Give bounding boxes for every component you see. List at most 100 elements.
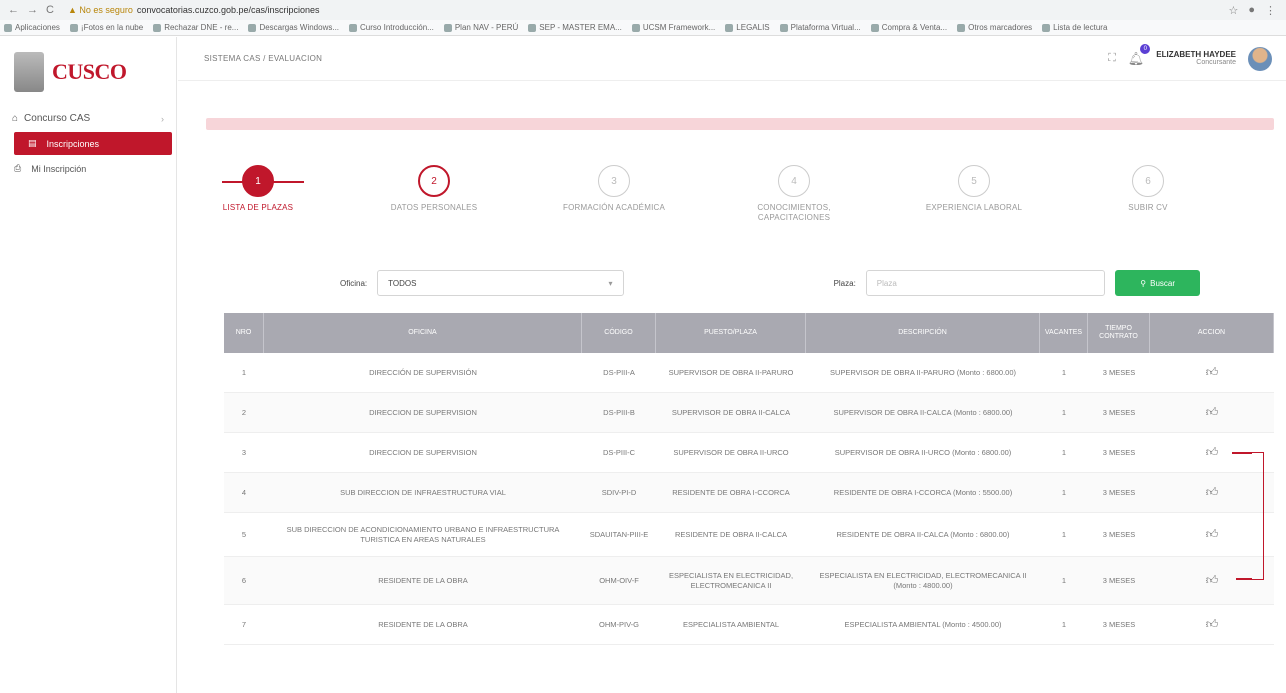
home-icon: ⌂ [12,113,19,124]
user-info[interactable]: ELIZABETH HAYDEE Concursante [1156,50,1236,68]
bookmark-item[interactable]: LEGALIS [725,23,770,32]
table-cell: 3 MESES [1102,407,1136,417]
table-cell: 1 [1061,367,1067,377]
thumbs-up-icon[interactable]: 👍︎ [1206,365,1219,381]
bookmark-item[interactable]: ¡Fotos en la nube [69,23,143,32]
column-header: PUESTO/PLAZA [656,313,806,353]
sidebar-section-concurso[interactable]: ⌂ Concurso CAS › [0,107,176,130]
oficina-label: Oficina: [340,278,368,288]
wizard-stepper: 1 LISTA DE PLAZAS 2 DATOS PERSONALES 3 FORMAC… [218,165,1278,235]
table-cell: RESIDENTE DE OBRA II-CALCA [674,529,788,539]
bookmark-label: Curso Introducción... [360,23,434,32]
bookmark-item[interactable]: Rechazar DNE - re... [153,23,238,32]
bookmark-item[interactable]: SEP - MASTER EMA... [528,23,622,32]
step-3[interactable]: 3 FORMACIÓN ACADÉMICA [549,165,679,213]
bookmark-item[interactable]: Curso Introducción... [349,23,434,32]
table-cell: OHM-PIV-G [598,619,639,629]
table-cell: SDIV-PI-D [601,487,637,497]
thumbs-up-icon[interactable]: 👍︎ [1206,445,1219,461]
step-number: 1 [242,165,274,197]
notification-button[interactable]: 🔔︎ 0 [1128,43,1151,68]
bookmark-item[interactable]: Compra & Venta... [870,23,948,32]
bookmark-item[interactable]: Lista de lectura [1042,23,1107,32]
thumbs-up-icon[interactable]: 👍︎ [1206,405,1219,421]
step-label: LISTA DE PLAZAS [222,203,294,212]
bookmark-icon [69,23,78,32]
step-6[interactable]: 6 SUBIR CV [1083,165,1213,213]
bookmark-item[interactable]: Plan NAV - PERÚ [443,23,519,32]
column-header: DESCRIPCIÓN [806,313,1040,353]
table-cell: RESIDENTE DE OBRA II-CALCA (Monto : 6800… [836,529,1010,539]
table-cell: 5 [241,529,247,539]
bookmark-icon [631,23,640,32]
table-cell-action: 👍︎ [1150,393,1274,432]
table-cell: DS-PIII-B [603,407,635,417]
step-2[interactable]: 2 DATOS PERSONALES [369,165,499,213]
plaza-input[interactable]: Plaza [865,270,1106,296]
menu-icon[interactable]: ⋮ [1265,4,1276,17]
thumbs-up-icon[interactable]: 👍︎ [1206,527,1219,543]
thumbs-up-icon[interactable]: 👍︎ [1206,573,1219,589]
address-bar[interactable]: ▲ No es seguro convocatorias.cuzco.gob.p… [62,3,1229,17]
search-button[interactable]: ⚲ Buscar [1115,270,1200,296]
table-body: 1 DIRECCIÓN DE SUPERVISIÓN DS-PIII-A SUPERV… [224,353,1274,645]
table-cell: 1 [1061,447,1067,457]
profile-icon[interactable]: ● [1248,4,1255,17]
fullscreen-icon[interactable]: ⛶ [1108,52,1116,65]
table-cell: RESIDENTE DE LA OBRA [378,575,468,585]
table-cell: 3 MESES [1102,367,1136,377]
table-row: 3 DIRECCION DE SUPERVISION DS-PIII-C SUPERV… [224,433,1274,473]
table-cell: 6 [241,575,247,585]
table-cell: SUPERVISOR DE OBRA II-PARURO (Monto : 68… [829,367,1017,377]
step-5[interactable]: 5 EXPERIENCIA LABORAL [909,165,1039,213]
bookmark-icon [528,23,537,32]
logo-text: CUSCO [52,59,127,84]
step-1[interactable]: 1 LISTA DE PLAZAS [193,165,323,213]
table-header: NRO OFICINA CÓDIGO PUESTO/PLAZA DESCRIPCIÓN V… [224,313,1274,353]
table-cell: DS-PIII-C [602,447,636,457]
star-icon[interactable]: ☆ [1228,4,1238,17]
oficina-select[interactable]: TODOS ▾ [377,270,624,296]
table-cell: 3 MESES [1102,447,1136,457]
table-cell: 1 [1061,407,1067,417]
thumbs-up-icon[interactable]: 👍︎ [1206,617,1219,633]
bookmark-item[interactable]: Plataforma Virtual... [779,23,861,32]
bookmark-icon [349,23,358,32]
table-cell: SUB DIRECCION DE INFRAESTRUCTURA VIAL [340,487,506,497]
bookmark-item[interactable]: Otros marcadores [957,23,1032,32]
table-cell: SUPERVISOR DE OBRA II-PARURO [668,367,794,377]
bookmark-item[interactable]: UCSM Framework... [631,23,715,32]
table-row: 6 RESIDENTE DE LA OBRA OHM-OIV-F ESPECIALIS… [224,557,1274,605]
sidebar-item-inscripciones[interactable]: ▤ Inscripciones [14,132,172,155]
bookmark-label: LEGALIS [736,23,770,32]
step-label: SUBIR CV [1128,203,1168,212]
bookmark-icon [957,23,966,32]
avatar[interactable] [1248,46,1272,71]
table-row: 2 DIRECCION DE SUPERVISION DS-PIII-B SUPERV… [224,393,1274,433]
table-cell: 2 [241,407,247,417]
breadcrumb: SISTEMA CAS / EVALUACION [204,54,323,63]
table-cell: RESIDENTE DE OBRA I-CCORCA (Monto : 5500… [833,487,1013,497]
table-cell: DIRECCIÓN DE SUPERVISIÓN [369,367,477,377]
back-icon[interactable]: ← [8,4,19,16]
table-cell: 3 MESES [1102,575,1136,585]
thumbs-up-icon[interactable]: 👍︎ [1206,485,1219,501]
table-cell: 7 [241,619,247,629]
sidebar-item-mi-inscripcion[interactable]: ⎙ Mi Inscripción [0,157,176,180]
bookmark-label: Aplicaciones [15,23,60,32]
table-cell: 3 MESES [1102,487,1136,497]
annotation-tick [1236,578,1252,580]
bookmark-label: Compra & Venta... [881,23,948,32]
bookmark-label: Rechazar DNE - re... [164,23,239,32]
table-cell: DIRECCION DE SUPERVISION [369,407,477,417]
bookmark-item[interactable]: Descargas Windows... [248,23,339,32]
table-cell: 4 [241,487,247,497]
bookmark-label: Plan NAV - PERÚ [454,23,519,32]
bookmark-item[interactable]: Aplicaciones [4,23,60,32]
reload-icon[interactable]: C [46,4,54,16]
logo: CUSCO [0,37,176,107]
chevron-icon: › [161,113,164,124]
forward-icon[interactable]: → [27,4,38,16]
url-text: convocatorias.cuzco.gob.pe/cas/inscripci… [136,5,320,15]
step-4[interactable]: 4 CONOCIMIENTOS, CAPACITACIONES [729,165,859,223]
